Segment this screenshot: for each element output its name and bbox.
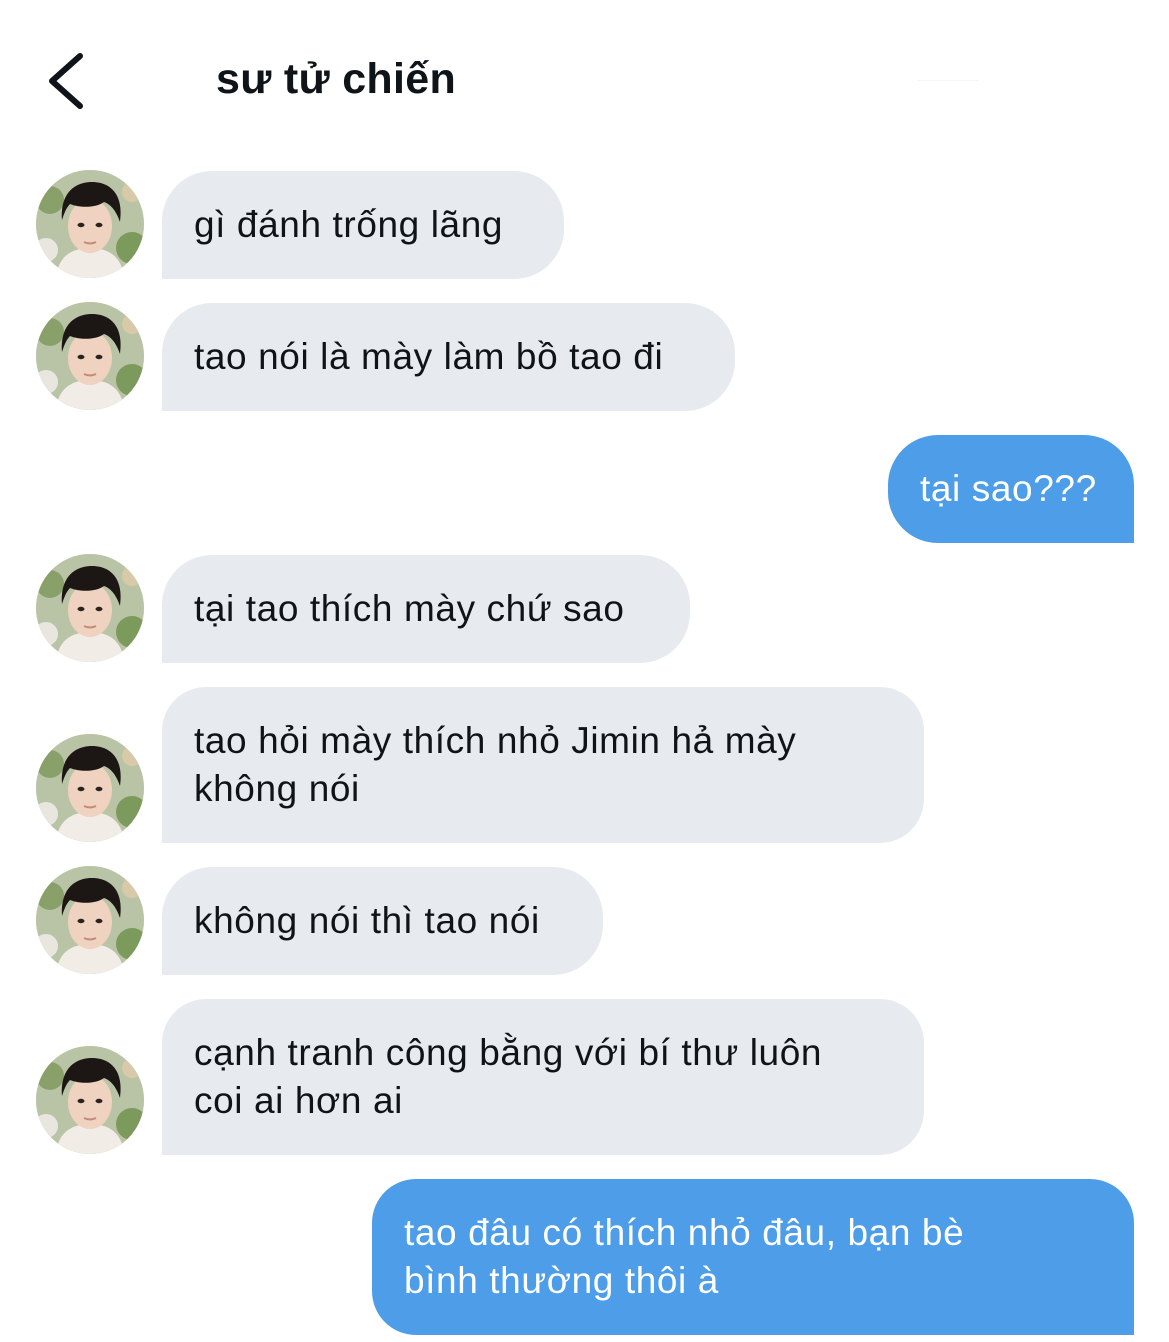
message-text-line: tao hỏi mày thích nhỏ Jimin hả mày — [194, 720, 797, 761]
avatar[interactable] — [36, 734, 144, 842]
message-text-line: cạnh tranh công bằng với bí thư luôn — [194, 1032, 823, 1073]
message-bubble[interactable]: gì đánh trống lãng — [162, 171, 564, 279]
avatar[interactable] — [36, 1046, 144, 1154]
avatar[interactable] — [36, 170, 144, 278]
header-divider — [918, 80, 978, 81]
message-bubble[interactable]: tao hỏi mày thích nhỏ Jimin hả mày không… — [162, 687, 924, 843]
conversation-header: sư tử chiến — [0, 0, 1169, 150]
avatar[interactable] — [36, 866, 144, 974]
conversation-title: sư tử chiến — [216, 55, 457, 103]
message-text-line: tao đâu có thích nhỏ đâu, bạn bè — [404, 1212, 965, 1253]
message-text-line: coi ai hơn ai — [194, 1080, 403, 1121]
message-text: tại tao thích mày chứ sao — [194, 588, 625, 629]
message-bubble[interactable]: tao nói là mày làm bồ tao đi — [162, 303, 735, 411]
back-button[interactable] — [40, 48, 100, 114]
message-text: tại sao??? — [920, 468, 1097, 509]
message-text-line: không nói — [194, 768, 360, 809]
avatar[interactable] — [36, 302, 144, 410]
avatar[interactable] — [36, 554, 144, 662]
message-bubble[interactable]: cạnh tranh công bằng với bí thư luôn coi… — [162, 999, 924, 1155]
message-bubble[interactable]: tại tao thích mày chứ sao — [162, 555, 690, 663]
message-text-line: bình thường thôi à — [404, 1260, 719, 1301]
message-bubble[interactable]: tao đâu có thích nhỏ đâu, bạn bè bình th… — [372, 1179, 1134, 1335]
message-bubble[interactable]: tại sao??? — [888, 435, 1134, 543]
chevron-left-icon — [49, 53, 83, 109]
message-text: không nói thì tao nói — [194, 900, 540, 941]
message-bubble[interactable]: không nói thì tao nói — [162, 867, 603, 975]
message-text: tao nói là mày làm bồ tao đi — [194, 336, 664, 377]
message-text: gì đánh trống lãng — [194, 204, 504, 245]
